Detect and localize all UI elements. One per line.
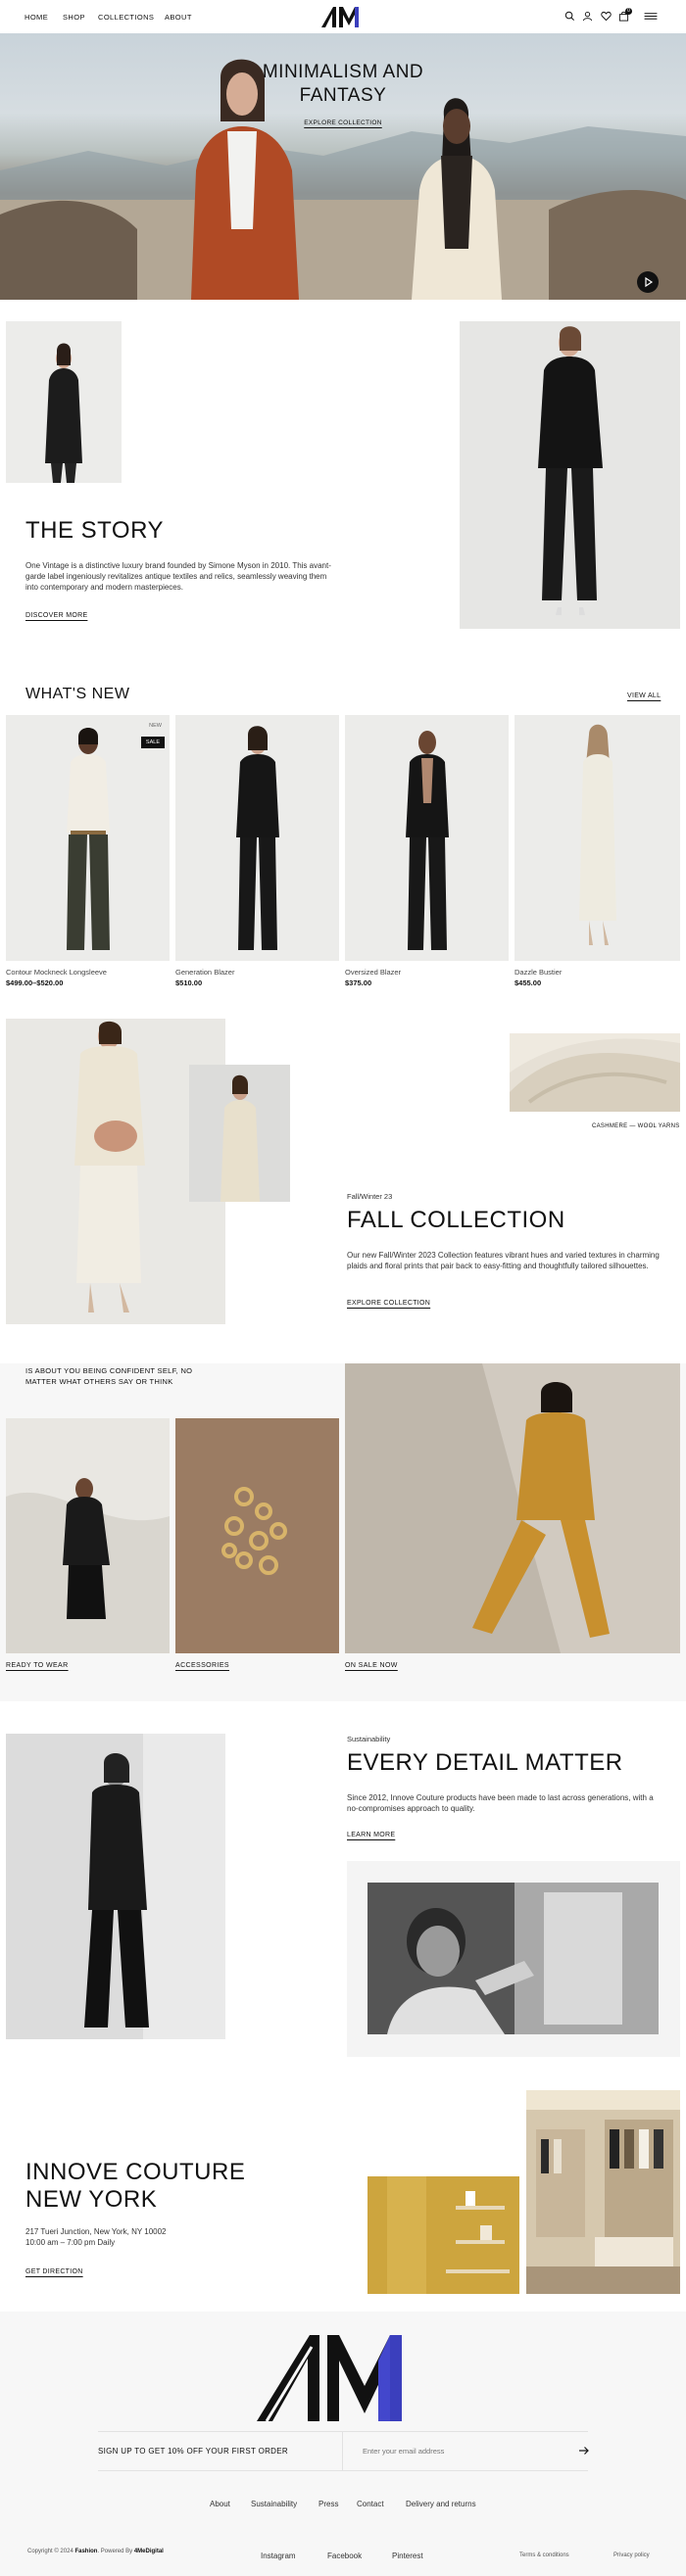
tile-ready-to-wear-image[interactable] bbox=[6, 1418, 170, 1653]
badge-new: NEW bbox=[149, 723, 162, 729]
search-icon[interactable] bbox=[564, 11, 575, 22]
product-name-2[interactable]: Generation Blazer bbox=[175, 968, 234, 977]
store-title-line2: NEW YORK bbox=[25, 2186, 158, 2213]
fall-eyebrow: Fall/Winter 23 bbox=[347, 1192, 393, 1201]
hero-title-line2: FANTASY bbox=[299, 85, 387, 106]
fall-title: FALL COLLECTION bbox=[347, 1207, 565, 1233]
detail-image-craft bbox=[368, 1883, 659, 2034]
user-icon[interactable] bbox=[582, 11, 593, 22]
detail-eyebrow: Sustainability bbox=[347, 1735, 391, 1743]
heart-icon[interactable] bbox=[601, 11, 612, 22]
store-image-interior bbox=[526, 2090, 680, 2294]
cart-count-badge: 0 bbox=[625, 8, 632, 15]
product-price-1: $499.00–$520.00 bbox=[6, 978, 64, 987]
product-card-3[interactable] bbox=[345, 715, 509, 961]
hero-title-line1: MINIMALISM AND bbox=[262, 62, 424, 82]
story-image-large bbox=[460, 321, 680, 629]
footer-link-sustainability[interactable]: Sustainability bbox=[251, 2500, 297, 2508]
tile-ready-to-wear-link[interactable]: READY TO WEAR bbox=[6, 1662, 69, 1669]
badge-sale: SALE bbox=[140, 737, 165, 748]
store-hours: 10:00 am – 7:00 pm Daily bbox=[25, 2238, 116, 2247]
site-header: HOME SHOP COLLECTIONS ABOUT 0 bbox=[0, 0, 686, 33]
newsletter-divider-bottom bbox=[98, 2470, 588, 2471]
view-all-link[interactable]: VIEW ALL bbox=[627, 692, 661, 699]
detail-image-portrait bbox=[6, 1734, 225, 2039]
newsletter-divider-top bbox=[98, 2431, 588, 2432]
store-address: 217 Tueri Junction, New York, NY 10002 bbox=[25, 2227, 167, 2236]
confident-quote: IS ABOUT YOU BEING CONFIDENT SELF, NO MA… bbox=[25, 1366, 193, 1386]
product-card-4[interactable] bbox=[514, 715, 680, 961]
detail-title: EVERY DETAIL MATTER bbox=[347, 1749, 623, 1776]
powered-by-text: . Powered By bbox=[97, 2549, 134, 2554]
store-title-line1: INNOVE COUTURE bbox=[25, 2159, 246, 2185]
copyright-prefix: Copyright © 2024 bbox=[27, 2549, 75, 2554]
tile-on-sale-image[interactable] bbox=[345, 1363, 680, 1653]
logo[interactable] bbox=[319, 5, 367, 28]
store-directions-link[interactable]: GET DIRECTION bbox=[25, 2268, 83, 2275]
footer-link-delivery[interactable]: Delivery and returns bbox=[406, 2500, 476, 2508]
video-play-button[interactable] bbox=[637, 271, 659, 293]
product-card-1[interactable]: NEW SALE bbox=[6, 715, 170, 961]
story-image-small bbox=[6, 321, 122, 483]
story-cta[interactable]: DISCOVER MORE bbox=[25, 612, 87, 619]
social-instagram[interactable]: Instagram bbox=[261, 2552, 296, 2560]
tile-on-sale-link[interactable]: ON SALE NOW bbox=[345, 1662, 398, 1669]
product-price-4: $455.00 bbox=[514, 978, 542, 987]
menu-icon[interactable] bbox=[643, 11, 659, 22]
hero-banner: MINIMALISM AND FANTASY EXPLORE COLLECTIO… bbox=[0, 33, 686, 300]
product-name-3[interactable]: Oversized Blazer bbox=[345, 968, 401, 977]
hero-cta-explore[interactable]: EXPLORE COLLECTION bbox=[0, 119, 686, 126]
store-title: INNOVE COUTURE NEW YORK bbox=[25, 2159, 245, 2214]
product-card-2[interactable] bbox=[175, 715, 339, 961]
copyright-brand[interactable]: Fashion bbox=[74, 2549, 97, 2554]
newsletter-label: SIGN UP TO GET 10% OFF YOUR FIRST ORDER bbox=[98, 2447, 288, 2456]
powered-by-brand[interactable]: 4MeDigital bbox=[134, 2549, 164, 2554]
fall-text: Our new Fall/Winter 2023 Collection feat… bbox=[347, 1251, 660, 1270]
detail-cta[interactable]: LEARN MORE bbox=[347, 1832, 395, 1838]
fall-image-fabric bbox=[510, 1033, 680, 1112]
nav-collections[interactable]: COLLECTIONS bbox=[98, 13, 154, 22]
hero-title: MINIMALISM AND FANTASY bbox=[0, 61, 686, 108]
nav-home[interactable]: HOME bbox=[24, 13, 48, 22]
social-pinterest[interactable]: Pinterest bbox=[392, 2552, 423, 2560]
whats-new-title: WHAT'S NEW bbox=[25, 686, 130, 702]
newsletter-email-input[interactable] bbox=[363, 2443, 559, 2458]
nav-shop[interactable]: SHOP bbox=[63, 13, 85, 22]
social-facebook[interactable]: Facebook bbox=[327, 2552, 362, 2560]
arrow-right-icon[interactable] bbox=[578, 2446, 590, 2456]
story-title: THE STORY bbox=[25, 517, 164, 544]
tile-accessories-image[interactable] bbox=[175, 1418, 339, 1653]
story-text: One Vintage is a distinctive luxury bran… bbox=[25, 561, 331, 592]
product-price-3: $375.00 bbox=[345, 978, 372, 987]
fall-image-inset bbox=[189, 1065, 290, 1202]
footer-privacy[interactable]: Privacy policy bbox=[613, 2552, 650, 2558]
nav-about[interactable]: ABOUT bbox=[165, 13, 192, 22]
footer-link-about[interactable]: About bbox=[210, 2500, 230, 2508]
footer-logo[interactable] bbox=[253, 2331, 433, 2423]
fall-cta[interactable]: EXPLORE COLLECTION bbox=[347, 1300, 430, 1307]
tile-accessories-link[interactable]: ACCESSORIES bbox=[175, 1662, 229, 1669]
detail-text: Since 2012, Innove Couture products have… bbox=[347, 1793, 654, 1813]
product-price-2: $510.00 bbox=[175, 978, 203, 987]
play-icon bbox=[645, 276, 654, 288]
fabric-caption: CASHMERE — WOOL YARNS bbox=[592, 1123, 680, 1129]
copyright: Copyright © 2024 Fashion. Powered By 4Me… bbox=[27, 2549, 164, 2554]
store-image-shelf bbox=[368, 2176, 519, 2294]
newsletter-divider-mid bbox=[342, 2431, 343, 2470]
product-name-1[interactable]: Contour Mockneck Longsleeve bbox=[6, 968, 107, 977]
footer-link-contact[interactable]: Contact bbox=[357, 2500, 384, 2508]
footer-terms[interactable]: Terms & conditions bbox=[519, 2552, 569, 2558]
footer-link-press[interactable]: Press bbox=[318, 2500, 338, 2508]
product-name-4[interactable]: Dazzle Bustier bbox=[514, 968, 562, 977]
